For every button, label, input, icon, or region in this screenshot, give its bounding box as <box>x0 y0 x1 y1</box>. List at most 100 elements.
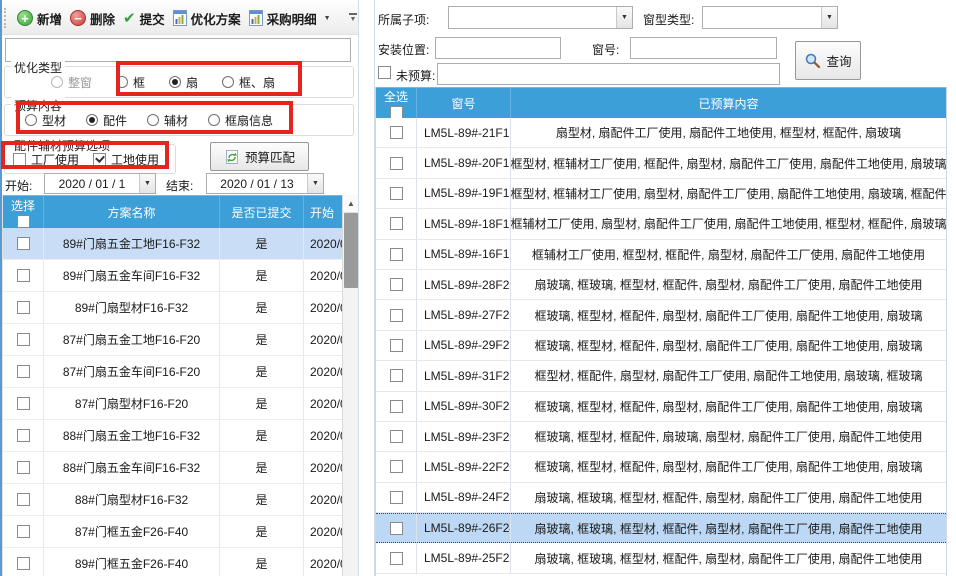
plan-row[interactable]: 89#门扇五金工地F16-F32是2020/0 <box>3 228 359 260</box>
row-checkbox[interactable] <box>390 522 403 535</box>
plan-table-scrollbar[interactable]: ▲ <box>342 195 359 576</box>
radio-frame-sash-info[interactable]: 框扇信息 <box>208 112 273 129</box>
panel-splitter[interactable] <box>358 0 375 576</box>
plan-row[interactable]: 89#门框五金F26-F40是2020/0 <box>3 548 359 576</box>
window-row[interactable]: LM5L-89#-21F19扇型材, 扇配件工厂使用, 扇配件工地使用, 框型材… <box>376 118 946 148</box>
plan-row[interactable]: 87#门扇型材F16-F20是2020/0 <box>3 388 359 420</box>
chevron-down-icon[interactable]: ▼ <box>324 15 331 22</box>
opt-type-group: 优化类型 整窗 框 扇 框、扇 <box>4 66 354 98</box>
row-checkbox[interactable] <box>17 301 30 314</box>
plan-row[interactable]: 88#门扇型材F16-F32是2020/0 <box>3 484 359 516</box>
select-all-header: 选择 <box>3 196 43 228</box>
radio-frame[interactable]: 框 <box>116 74 145 91</box>
delete-button[interactable]: − 删除 <box>66 6 119 31</box>
window-row[interactable]: LM5L-89#-19F17框型材, 框辅材工厂使用, 扇型材, 扇配件工厂使用… <box>376 179 946 209</box>
plan-name-cell: 89#门扇五金工地F16-F32 <box>43 228 219 259</box>
row-checkbox[interactable] <box>390 309 403 322</box>
radio-profile[interactable]: 型材 <box>25 112 66 129</box>
window-row[interactable]: LM5L-89#-25F23扇玻璃, 框玻璃, 框型材, 框配件, 扇型材, 扇… <box>376 543 946 573</box>
budget-match-button[interactable]: 预算匹配 <box>210 142 309 171</box>
row-checkbox[interactable] <box>17 237 30 250</box>
row-checkbox[interactable] <box>390 491 403 504</box>
row-checkbox[interactable] <box>390 460 403 473</box>
radio-whole-window[interactable]: 整窗 <box>51 74 92 91</box>
toolbar-grip[interactable] <box>4 8 10 28</box>
row-checkbox[interactable] <box>390 217 403 230</box>
radio-accessory[interactable]: 配件 <box>86 112 127 129</box>
window-no-header[interactable]: 窗号 <box>416 88 510 118</box>
radio-selected-icon <box>86 114 98 126</box>
row-checkbox[interactable] <box>390 339 403 352</box>
plan-row[interactable]: 88#门扇五金车间F16-F32是2020/0 <box>3 452 359 484</box>
row-checkbox[interactable] <box>390 400 403 413</box>
budgeted-content-header[interactable]: 已预算内容 <box>510 88 946 118</box>
window-row[interactable]: LM5L-89#-30F28框玻璃, 框型材, 框配件, 扇型材, 扇配件工厂使… <box>376 392 946 422</box>
row-checkbox[interactable] <box>17 397 30 410</box>
row-checkbox[interactable] <box>17 365 30 378</box>
window-row[interactable]: LM5L-89#-22F20框玻璃, 框型材, 框配件, 扇型材, 扇配件工厂使… <box>376 452 946 482</box>
row-checkbox-cell <box>376 148 416 177</box>
purchase-detail-button[interactable]: 采购明细 ▼ <box>245 6 335 31</box>
plan-name-header[interactable]: 方案名称 <box>43 196 219 228</box>
sub-item-combobox[interactable]: ▼ <box>448 6 633 29</box>
row-checkbox[interactable] <box>17 429 30 442</box>
scroll-up-icon[interactable]: ▲ <box>343 195 359 213</box>
row-checkbox[interactable] <box>390 187 403 200</box>
window-row[interactable]: LM5L-89#-23F21框玻璃, 框型材, 框配件, 扇玻璃, 扇型材, 扇… <box>376 422 946 452</box>
row-checkbox[interactable] <box>390 248 403 261</box>
window-row[interactable]: LM5L-89#-18F16框辅材工厂使用, 扇型材, 扇配件工厂使用, 扇配件… <box>376 209 946 239</box>
submit-button[interactable]: ✔ 提交 <box>119 6 169 31</box>
plan-row[interactable]: 89#门扇五金车间F16-F32是2020/0 <box>3 260 359 292</box>
window-row[interactable]: LM5L-89#-27F25框玻璃, 框型材, 框配件, 扇型材, 扇配件工厂使… <box>376 300 946 330</box>
submitted-header[interactable]: 是否已提交 <box>219 196 303 228</box>
optimize-plan-button[interactable]: 优化方案 <box>169 6 245 31</box>
install-position-input[interactable] <box>435 37 561 59</box>
report-icon <box>249 10 263 26</box>
window-no-cell: LM5L-89#-20F18 <box>416 148 510 177</box>
unbudgeted-checkbox[interactable] <box>378 66 391 79</box>
query-button[interactable]: 查询 <box>795 41 861 80</box>
window-row[interactable]: LM5L-89#-26F24扇玻璃, 框玻璃, 框型材, 框配件, 扇型材, 扇… <box>376 513 946 543</box>
plan-row[interactable]: 87#门扇五金车间F16-F20是2020/0 <box>3 356 359 388</box>
chevron-down-icon[interactable]: ▼ <box>139 174 155 193</box>
chevron-down-icon[interactable]: ▼ <box>821 7 837 28</box>
scrollbar-thumb[interactable] <box>344 213 358 288</box>
window-row[interactable]: LM5L-89#-29F27框玻璃, 框型材, 框配件, 扇型材, 扇配件工厂使… <box>376 331 946 361</box>
checkbox-site-use[interactable]: 工地使用 <box>93 151 159 168</box>
window-row[interactable]: LM5L-89#-24F22扇玻璃, 框玻璃, 框型材, 框配件, 扇型材, 扇… <box>376 483 946 513</box>
radio-auxiliary[interactable]: 辅材 <box>147 112 188 129</box>
chevron-down-icon[interactable]: ▼ <box>616 7 632 28</box>
row-checkbox[interactable] <box>17 525 30 538</box>
row-checkbox[interactable] <box>390 552 403 565</box>
row-checkbox[interactable] <box>17 461 30 474</box>
window-row[interactable]: LM5L-89#-20F18框型材, 框辅材工厂使用, 框配件, 扇型材, 扇配… <box>376 148 946 178</box>
window-no-input[interactable] <box>630 37 777 59</box>
chevron-down-icon[interactable]: ▼ <box>307 174 323 193</box>
row-checkbox[interactable] <box>390 278 403 291</box>
window-row[interactable]: LM5L-89#-31F29框型材, 框配件, 扇型材, 扇配件工厂使用, 扇配… <box>376 361 946 391</box>
radio-sash[interactable]: 扇 <box>169 74 198 91</box>
window-row[interactable]: LM5L-89#-16F15框辅材工厂使用, 框型材, 框配件, 扇型材, 扇配… <box>376 240 946 270</box>
select-all-checkbox[interactable] <box>17 215 30 228</box>
plan-row[interactable]: 87#门扇五金工地F16-F20是2020/0 <box>3 324 359 356</box>
row-checkbox[interactable] <box>17 269 30 282</box>
opt-type-group-label: 优化类型 <box>11 59 65 76</box>
plan-row[interactable]: 89#门扇型材F16-F32是2020/0 <box>3 292 359 324</box>
row-checkbox[interactable] <box>390 430 403 443</box>
row-checkbox[interactable] <box>390 369 403 382</box>
radio-frame-sash[interactable]: 框、扇 <box>222 74 275 91</box>
plan-row[interactable]: 87#门框五金F26-F40是2020/0 <box>3 516 359 548</box>
add-button[interactable]: + 新增 <box>13 6 66 31</box>
unbudgeted-input[interactable] <box>437 63 780 85</box>
row-checkbox[interactable] <box>17 493 30 506</box>
row-checkbox[interactable] <box>390 126 403 139</box>
row-checkbox[interactable] <box>17 557 30 570</box>
select-all-checkbox[interactable] <box>390 106 403 119</box>
end-date-picker[interactable]: 2020 / 01 / 13 ▼ <box>206 173 324 194</box>
plan-row[interactable]: 88#门扇五金工地F16-F32是2020/0 <box>3 420 359 452</box>
start-date-picker[interactable]: 2020 / 01 / 1 ▼ <box>44 173 156 194</box>
window-row[interactable]: LM5L-89#-28F26扇玻璃, 框玻璃, 框型材, 框配件, 扇型材, 扇… <box>376 270 946 300</box>
window-type-combobox[interactable]: ▼ <box>702 6 838 29</box>
row-checkbox[interactable] <box>390 157 403 170</box>
row-checkbox[interactable] <box>17 333 30 346</box>
